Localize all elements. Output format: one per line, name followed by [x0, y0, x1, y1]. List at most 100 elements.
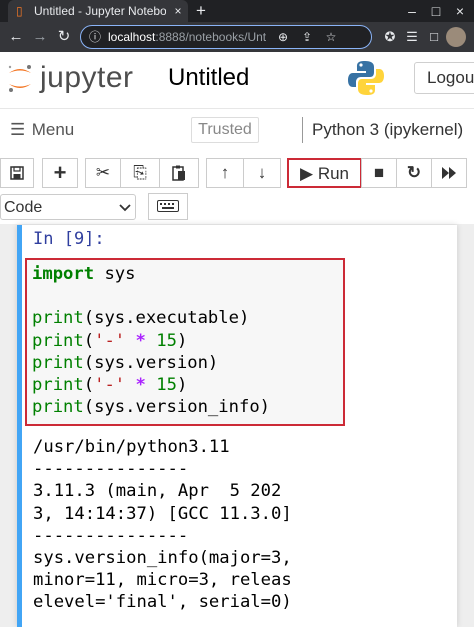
restart-icon: ↻ [406, 163, 422, 182]
code-token: ) [176, 374, 188, 395]
sidepanel-icon[interactable]: □ [424, 27, 444, 47]
paste-icon [172, 165, 185, 181]
menu-button[interactable]: ☰ Menu [10, 118, 80, 142]
code-token: * [135, 374, 146, 395]
jupyter-favicon-icon: ▯ [16, 4, 23, 18]
code-token: sys [94, 264, 136, 284]
cell-selected-indicator [17, 225, 22, 627]
code-line: print(sys.executable) [32, 307, 342, 329]
extension-icon[interactable]: ✪ [380, 27, 400, 47]
browser-tab[interactable]: ▯ Untitled - Jupyter Notebook × [8, 0, 188, 22]
tab-close-icon[interactable]: × [171, 3, 185, 19]
site-info-icon[interactable]: ⓘ [88, 28, 102, 46]
kernel-indicator[interactable]: Python 3 (ipykernel) [312, 118, 472, 142]
copy-icon: ⎘ [133, 163, 147, 182]
trusted-indicator[interactable]: Trusted [191, 117, 259, 143]
code-token: (sys.executable) [83, 308, 250, 329]
code-token: ( [83, 374, 95, 395]
copy-button[interactable]: ⎘ [120, 158, 160, 188]
cell-type-select[interactable]: Code [0, 194, 136, 220]
notebook-title[interactable]: Untitled [168, 62, 288, 94]
hamburger-icon: ☰ [10, 120, 26, 139]
scissors-icon: ✂ [95, 163, 111, 182]
arrow-up-icon: ↑ [220, 163, 230, 182]
new-tab-button[interactable]: + [193, 1, 209, 21]
move-up-button[interactable]: ↑ [206, 158, 244, 188]
back-icon[interactable]: ← [8, 28, 24, 46]
code-line: print('-' * 15) [32, 374, 342, 396]
save-button[interactable] [0, 158, 34, 188]
code-token: '-' [94, 330, 126, 351]
cut-button[interactable]: ✂ [85, 158, 121, 188]
bookmark-star-icon[interactable]: ☆ [324, 28, 338, 46]
cell-output: /usr/bin/python3.11 --------------- 3.11.3… [33, 436, 453, 614]
jupyter-brand[interactable]: jupyter [40, 61, 150, 95]
code-token: 15 [156, 330, 177, 351]
arrow-down-icon: ↓ [257, 163, 267, 182]
url-text[interactable]: localhost:8888/notebooks/Untitle... [108, 29, 266, 45]
reload-icon[interactable]: ↻ [56, 28, 72, 46]
extensions-menu-icon[interactable]: ☰ [402, 27, 422, 47]
cell-type-value: Code [4, 199, 43, 216]
code-line: print(sys.version) [32, 352, 342, 374]
code-token: ( [83, 330, 95, 351]
output-line: sys.version_info(major=3, [33, 547, 292, 568]
play-icon: ▶ [300, 164, 314, 183]
tab-title: Untitled - Jupyter Notebook [34, 4, 166, 18]
code-token: * [135, 330, 146, 351]
url-path: :8888/notebooks/Untitle... [155, 30, 266, 44]
paste-button[interactable] [159, 158, 199, 188]
maximize-icon[interactable]: □ [428, 2, 444, 20]
command-palette-button[interactable] [148, 193, 188, 220]
output-line: 3, 14:14:37) [GCC 11.3.0] [33, 503, 292, 524]
code-token: '-' [94, 374, 126, 395]
save-icon [10, 166, 24, 180]
input-prompt: In [9]: [33, 229, 105, 249]
url-host: localhost [108, 30, 156, 44]
share-icon[interactable]: ⇪ [300, 28, 314, 46]
move-down-button[interactable]: ↓ [243, 158, 281, 188]
jupyter-logo-icon[interactable] [6, 62, 34, 94]
run-label: Run [317, 164, 349, 183]
stop-icon: ■ [373, 163, 385, 182]
insert-cell-button[interactable]: + [42, 158, 78, 188]
code-token: print [32, 330, 84, 351]
forward-icon[interactable]: → [32, 28, 48, 46]
code-text[interactable]: import sys print(sys.executable) print('-'… [32, 263, 342, 418]
plus-icon: + [53, 160, 67, 185]
code-line: print('-' * 15) [32, 330, 342, 352]
chevron-down-icon [118, 197, 132, 219]
code-token: ) [176, 330, 188, 351]
output-line: --------------- [33, 525, 189, 546]
code-token: print [32, 397, 84, 418]
kernel-divider [302, 117, 303, 143]
output-line: elevel='final', serial=0) [33, 592, 292, 613]
interrupt-button[interactable]: ■ [361, 158, 397, 188]
header-divider [0, 108, 474, 109]
logout-button[interactable]: Logout [414, 62, 474, 94]
restart-button[interactable]: ↻ [396, 158, 432, 188]
python-logo-icon [348, 61, 384, 95]
code-token: (sys.version_info) [83, 397, 271, 418]
output-line: minor=11, micro=3, releas [33, 570, 292, 591]
minimize-icon[interactable]: – [404, 2, 420, 20]
zoom-icon[interactable]: ⊕ [276, 28, 290, 46]
code-token: print [32, 374, 84, 395]
output-line: /usr/bin/python3.11 [33, 437, 230, 457]
fast-forward-icon [442, 167, 456, 179]
code-token: 15 [156, 374, 177, 395]
window-close-icon[interactable]: × [452, 2, 468, 20]
output-line: 3.11.3 (main, Apr 5 202 [33, 481, 282, 502]
restart-run-all-button[interactable] [431, 158, 467, 188]
profile-avatar[interactable] [446, 27, 466, 47]
code-token: (sys.version) [83, 352, 219, 373]
run-button[interactable]: ▶ Run [287, 158, 362, 188]
code-token: import [32, 264, 95, 284]
code-line: import sys [32, 263, 342, 285]
keyboard-icon [157, 200, 179, 212]
